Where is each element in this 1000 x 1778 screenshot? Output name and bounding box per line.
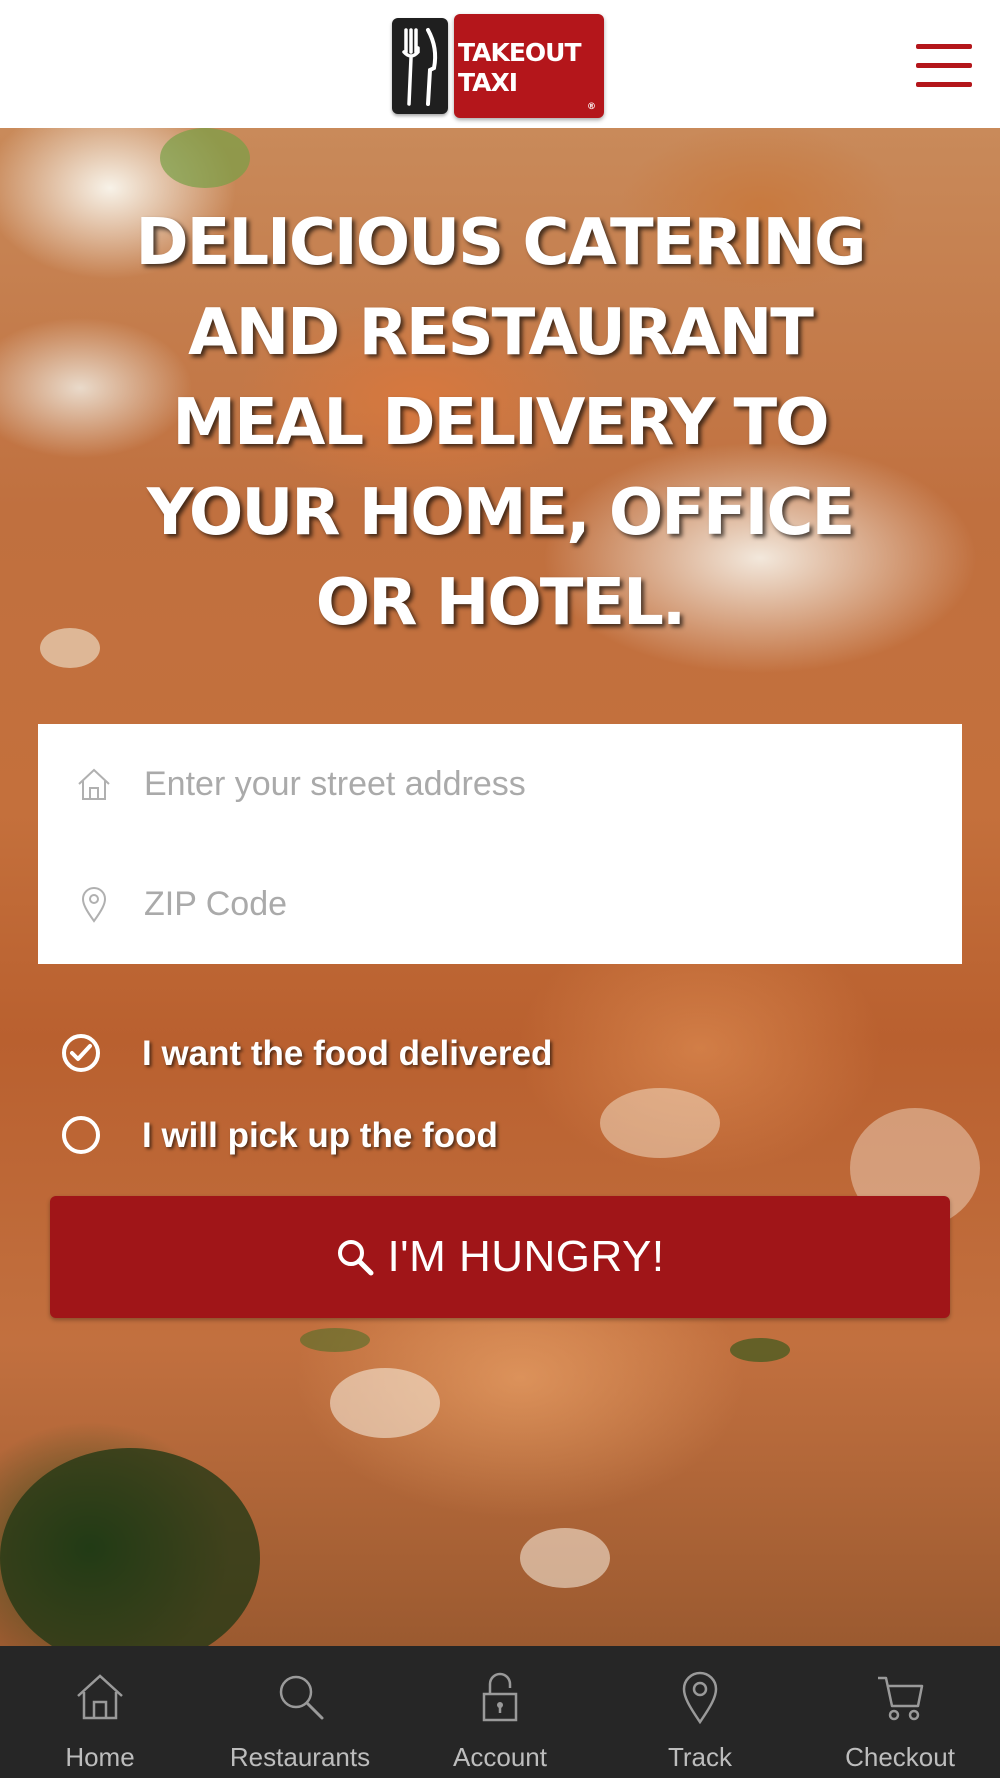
zip-code-input[interactable] xyxy=(144,874,924,934)
registered-mark: ® xyxy=(587,102,596,112)
lock-icon xyxy=(482,1672,518,1722)
delivery-option[interactable]: I want the food delivered xyxy=(62,1030,762,1080)
nav-item-restaurants[interactable]: Restaurants xyxy=(200,1646,400,1778)
map-pin-icon xyxy=(81,887,107,923)
pickup-option-label: I will pick up the food xyxy=(142,1116,498,1155)
nav-label-track: Track xyxy=(667,1742,733,1772)
nav-label-home: Home xyxy=(65,1742,135,1772)
nav-item-home[interactable]: Home xyxy=(0,1646,200,1778)
logo-text-line2: TAXI xyxy=(458,68,518,97)
hero-title: DELICIOUS CATERING AND RESTAURANT MEAL D… xyxy=(135,206,866,640)
map-pin-icon xyxy=(682,1671,718,1724)
im-hungry-button[interactable]: I'M HUNGRY! xyxy=(50,1196,950,1318)
nav-item-track[interactable]: Track xyxy=(600,1646,800,1778)
hamburger-menu-icon[interactable] xyxy=(916,44,972,90)
pickup-option[interactable]: I will pick up the food xyxy=(62,1112,762,1162)
nav-item-account[interactable]: Account xyxy=(400,1646,600,1778)
search-icon xyxy=(338,1240,374,1276)
nav-label-restaurants: Restaurants xyxy=(229,1742,371,1772)
pickup-radio[interactable] xyxy=(62,1116,100,1154)
bottom-nav: Home Restaurants Account Track Checkout xyxy=(0,1646,1000,1778)
street-address-input[interactable] xyxy=(144,754,924,814)
logo-wordmark: TAKEOUT TAXI ® xyxy=(454,14,604,118)
im-hungry-label: I'M HUNGRY! xyxy=(387,1232,665,1281)
address-form xyxy=(38,724,962,964)
search-icon xyxy=(279,1675,324,1720)
nav-label-account: Account xyxy=(453,1742,547,1772)
takeout-taxi-logo[interactable]: TAKEOUT TAXI ® xyxy=(392,14,604,118)
address-field-row xyxy=(38,724,962,844)
cart-icon xyxy=(878,1676,924,1721)
nav-item-checkout[interactable]: Checkout xyxy=(800,1646,1000,1778)
delivery-radio-checked[interactable] xyxy=(62,1034,100,1072)
checkmark-icon xyxy=(70,1044,92,1061)
delivery-option-label: I want the food delivered xyxy=(142,1034,553,1073)
home-icon xyxy=(77,1674,123,1720)
fork-knife-icon xyxy=(392,18,448,114)
nav-label-checkout: Checkout xyxy=(845,1742,955,1772)
home-icon xyxy=(78,768,110,800)
app-header: TAKEOUT TAXI ® xyxy=(0,0,1000,128)
logo-text-line1: TAKEOUT xyxy=(458,38,582,67)
zip-field-row xyxy=(38,844,962,964)
